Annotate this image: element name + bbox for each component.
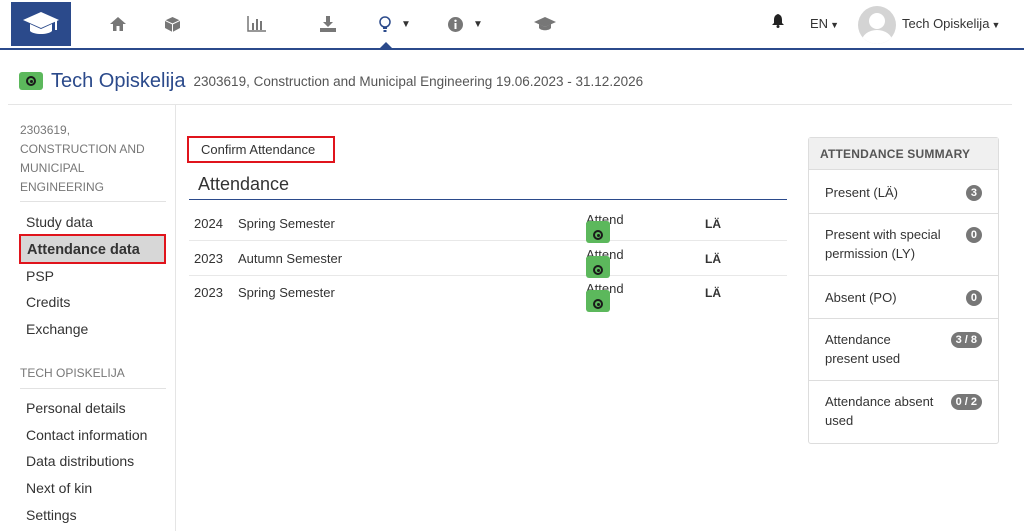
language-label: EN	[810, 16, 829, 31]
caret-down-icon: ▼	[473, 18, 483, 30]
row-status: Attend	[586, 281, 624, 312]
cube-icon	[165, 16, 180, 32]
active-nav-indicator	[379, 42, 393, 49]
divider	[20, 201, 166, 202]
summary-row: Absent (PO) 0	[809, 276, 998, 319]
avatar[interactable]	[858, 6, 896, 44]
count-badge: 0	[965, 227, 982, 243]
status-badge	[586, 256, 610, 278]
sidebar-item-personal-details[interactable]: Personal details	[26, 398, 126, 418]
caret-down-icon: ▼	[991, 20, 1001, 30]
nav-ideas-dropdown[interactable]: ▼	[379, 12, 411, 36]
sidebar-item-settings[interactable]: Settings	[26, 505, 77, 525]
target-icon	[593, 299, 603, 309]
top-navbar: ▼ ▼ EN ▼ Tech Opiskelija ▼	[0, 0, 1024, 50]
app-logo[interactable]	[11, 2, 71, 46]
row-year: 2024	[194, 216, 223, 231]
sidebar-item-data-distributions[interactable]: Data distributions	[26, 451, 134, 471]
section-title: Attendance	[198, 174, 290, 194]
sidebar-item-credits[interactable]: Credits	[26, 292, 70, 312]
summary-label: Attendance absent used	[825, 394, 934, 428]
sidebar-item-study-data[interactable]: Study data	[26, 212, 93, 232]
count-badge: 3 / 8	[950, 332, 982, 348]
nav-cube[interactable]	[165, 12, 180, 36]
row-code: LÄ	[705, 252, 721, 266]
sidebar-item-attendance-data[interactable]: Attendance data	[19, 234, 166, 264]
row-year: 2023	[194, 285, 223, 300]
row-semester: Autumn Semester	[238, 251, 343, 266]
sidebar-item-exchange[interactable]: Exchange	[26, 319, 88, 339]
nav-studies[interactable]	[534, 12, 556, 36]
table-row: 2023 Autumn Semester Attend LÄ	[189, 242, 787, 278]
summary-row: Present with special permission (LY) 0	[809, 214, 998, 276]
language-selector[interactable]: EN ▼	[810, 16, 839, 31]
target-icon	[593, 265, 603, 275]
info-icon	[448, 16, 463, 32]
divider	[189, 199, 787, 200]
notifications-button[interactable]	[772, 14, 784, 31]
status-badge	[586, 290, 610, 312]
nav-download[interactable]	[320, 12, 336, 36]
sidebar-program-heading: 2303619, CONSTRUCTION AND MUNICIPAL ENGI…	[20, 123, 145, 194]
target-icon	[593, 230, 603, 240]
table-row: 2023 Spring Semester Attend LÄ	[189, 276, 787, 312]
sidebar-item-contact-information[interactable]: Contact information	[26, 425, 147, 445]
row-semester: Spring Semester	[238, 216, 335, 231]
sidebar-item-next-of-kin[interactable]: Next of kin	[26, 478, 92, 498]
sidebar-item-psp[interactable]: PSP	[26, 266, 54, 286]
sidebar: 2303619, CONSTRUCTION AND MUNICIPAL ENGI…	[8, 105, 176, 531]
bell-icon	[772, 14, 784, 28]
summary-row: Present (LÄ) 3	[809, 171, 998, 214]
row-code: LÄ	[705, 286, 721, 300]
bar-chart-icon	[247, 16, 266, 32]
sidebar-person-heading: TECH OPISKELIJA	[20, 366, 125, 380]
graduation-cap-icon	[534, 17, 556, 31]
user-menu[interactable]: Tech Opiskelija ▼	[902, 16, 1000, 31]
count-badge: 0	[965, 290, 982, 306]
lightbulb-icon	[379, 15, 391, 32]
row-status: Attend	[586, 247, 624, 278]
student-name: Tech Opiskelija	[51, 69, 186, 92]
caret-down-icon: ▼	[401, 18, 411, 30]
attendance-summary-panel: ATTENDANCE SUMMARY Present (LÄ) 3 Presen…	[808, 137, 999, 444]
download-icon	[320, 16, 336, 32]
summary-label: Absent (PO)	[825, 290, 897, 305]
summary-row: Attendance present used 3 / 8	[809, 319, 998, 381]
row-code: LÄ	[705, 217, 721, 231]
confirm-attendance-button[interactable]: Confirm Attendance	[187, 136, 335, 163]
row-status: Attend	[586, 212, 624, 243]
status-badge	[586, 221, 610, 243]
summary-heading: ATTENDANCE SUMMARY	[809, 138, 998, 170]
program-info: 2303619, Construction and Municipal Engi…	[193, 73, 644, 89]
table-row: 2024 Spring Semester Attend LÄ	[189, 207, 787, 243]
count-badge: 3	[965, 185, 982, 201]
summary-row: Attendance absent used 0 / 2	[809, 381, 998, 443]
count-badge: 0 / 2	[950, 394, 982, 410]
summary-label: Present (LÄ)	[825, 185, 898, 200]
nav-statistics[interactable]	[247, 12, 267, 36]
row-semester: Spring Semester	[238, 285, 335, 300]
page-title: Tech Opiskelija 2303619, Construction an…	[19, 68, 643, 94]
target-icon	[26, 76, 36, 86]
nav-home[interactable]	[110, 12, 126, 36]
divider	[20, 388, 166, 389]
summary-label: Attendance present used	[825, 332, 901, 366]
caret-down-icon: ▼	[830, 20, 839, 30]
home-icon	[110, 17, 126, 31]
summary-label: Present with special permission (LY)	[825, 227, 941, 261]
graduation-cap-icon	[23, 12, 59, 34]
row-year: 2023	[194, 251, 223, 266]
user-name: Tech Opiskelija	[902, 16, 990, 31]
status-badge	[19, 72, 43, 90]
nav-info-dropdown[interactable]: ▼	[448, 12, 483, 36]
